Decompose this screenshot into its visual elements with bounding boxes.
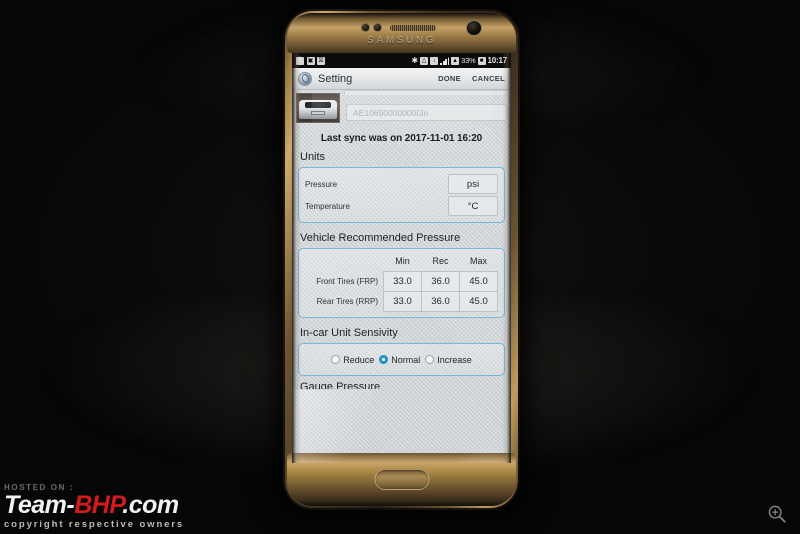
home-button[interactable]: [374, 469, 429, 490]
watermark-team: Team-: [4, 491, 75, 519]
gauge-pressure-section-title: Gauge Pressure: [300, 381, 381, 389]
radio-button-icon[interactable]: [425, 355, 435, 364]
watermark-copyright: copyright respective owners: [4, 519, 185, 530]
data-saver-icon: ↓: [430, 56, 439, 65]
vehicle-header-row: AE10690000000I3n: [292, 90, 511, 123]
rear-min-value[interactable]: 33.0: [383, 291, 422, 312]
radio-label-reduce: Reduce: [343, 354, 375, 365]
front-tires-label: Front Tires (FRP): [316, 277, 378, 286]
recommended-pressure-table: Min Rec Max Front Tires (FRP) 33.0 36.0 …: [305, 254, 498, 312]
sensivity-radio-group: Reduce Normal Increase: [305, 349, 498, 370]
phone-brand-logo: SAMSUNG: [366, 35, 437, 46]
battery-percent-label: 33%: [461, 56, 476, 65]
screenshot-icon: ▣: [306, 56, 315, 65]
temperature-unit-row[interactable]: Temperature °C: [305, 195, 498, 217]
table-row: Front Tires (FRP) 33.0 36.0 45.0: [305, 271, 498, 292]
phone-bottom-bezel: [287, 453, 516, 506]
light-sensor-icon: [373, 23, 382, 32]
column-header-max: Max: [469, 256, 487, 266]
table-header-row: Min Rec Max: [305, 254, 498, 272]
status-bar-right-icons: ✱ △ ↓ ▲ 33% ■ 10:17: [411, 56, 507, 65]
bluetooth-icon: ✱: [411, 55, 419, 65]
last-sync-label: Last sync was on 2017-11-01 16:20: [320, 133, 483, 144]
front-rec-value[interactable]: 36.0: [421, 271, 460, 292]
table-row: Rear Tires (RRP) 33.0 36.0 45.0: [305, 291, 498, 312]
radio-button-icon[interactable]: [331, 355, 341, 364]
vehicle-photo-thumbnail[interactable]: [296, 93, 340, 123]
front-max-value[interactable]: 45.0: [459, 271, 498, 292]
proximity-sensor-icon: [361, 23, 370, 32]
car-licence-plate: [311, 111, 325, 115]
car-grille-shape: [305, 102, 331, 108]
page-title: Setting: [318, 72, 353, 85]
zoom-in-icon[interactable]: [766, 503, 788, 525]
status-bar-left-icons: ⚪ ▣ ⛝: [296, 56, 325, 65]
radio-option-normal[interactable]: Normal: [379, 355, 420, 365]
watermark-bhp: BHP: [74, 491, 123, 519]
car-headlamp-right-icon: [330, 102, 337, 106]
pressure-unit-row[interactable]: Pressure psi: [305, 173, 498, 195]
front-camera-icon: [466, 20, 482, 36]
pressure-unit-value[interactable]: psi: [448, 174, 498, 194]
radio-label-normal: Normal: [391, 354, 421, 365]
radio-button-selected-icon[interactable]: [379, 355, 389, 364]
front-min-value[interactable]: 33.0: [383, 271, 422, 292]
earpiece-speaker: [390, 25, 436, 31]
radio-label-increase: Increase: [437, 354, 472, 365]
battery-icon: ■: [477, 56, 486, 65]
tyre-gauge-logo-icon: [298, 71, 312, 86]
done-button[interactable]: DONE: [438, 74, 461, 83]
units-section-title: Units: [300, 151, 326, 163]
scrolled-field-above: [344, 90, 507, 95]
recommended-pressure-card: Min Rec Max Front Tires (FRP) 33.0 36.0 …: [298, 248, 505, 318]
corner-cell: [305, 254, 384, 272]
mute-icon: ⚪: [296, 56, 304, 65]
rear-tires-label: Rear Tires (RRP): [316, 297, 378, 306]
logo-inner-shape: [300, 73, 310, 84]
android-status-bar: ⚪ ▣ ⛝ ✱ △ ↓ ▲ 33% ■ 10:17: [292, 53, 511, 68]
cancel-button[interactable]: CANCEL: [472, 74, 505, 83]
no-entry-icon: ⛝: [317, 56, 325, 65]
phone-top-bezel: SAMSUNG: [287, 13, 516, 53]
phone-device: SAMSUNG ⚪ ▣ ⛝ ✱ △ ↓ ▲ 33% ■ 10:17 Settin…: [283, 9, 520, 510]
sim-signal-icon: ▲: [451, 56, 460, 65]
temperature-unit-label: Temperature: [305, 201, 350, 211]
rear-rec-value[interactable]: 36.0: [421, 291, 460, 312]
watermark-site-name: Team-BHP.com: [4, 493, 184, 518]
vehicle-id-input[interactable]: AE10690000000I3n: [346, 104, 507, 121]
phone-screen: ⚪ ▣ ⛝ ✱ △ ↓ ▲ 33% ■ 10:17 Setting DONE C…: [292, 53, 511, 463]
watermark: HOSTED ON : Team-BHP.com copyright respe…: [4, 483, 184, 530]
recommended-pressure-section-title: Vehicle Recommended Pressure: [300, 232, 461, 244]
signal-bars-icon: [440, 56, 450, 65]
settings-content: AE10690000000I3n Last sync was on 2017-1…: [292, 90, 511, 463]
radio-option-increase[interactable]: Increase: [425, 355, 472, 365]
pressure-unit-label: Pressure: [305, 179, 338, 189]
wifi-icon: △: [420, 56, 429, 65]
temperature-unit-value[interactable]: °C: [448, 196, 498, 216]
sensivity-section-title: In-car Unit Sensivity: [300, 327, 398, 339]
rear-max-value[interactable]: 45.0: [459, 291, 498, 312]
column-header-rec: Rec: [432, 256, 449, 266]
column-header-min: Min: [395, 256, 410, 266]
units-card: Pressure psi Temperature °C: [298, 167, 505, 223]
watermark-com: .com: [122, 491, 179, 519]
clock-label: 10:17: [487, 56, 508, 65]
app-title-bar: Setting DONE CANCEL: [292, 68, 511, 90]
sensivity-card: Reduce Normal Increase: [298, 343, 505, 376]
radio-option-reduce[interactable]: Reduce: [331, 355, 374, 365]
